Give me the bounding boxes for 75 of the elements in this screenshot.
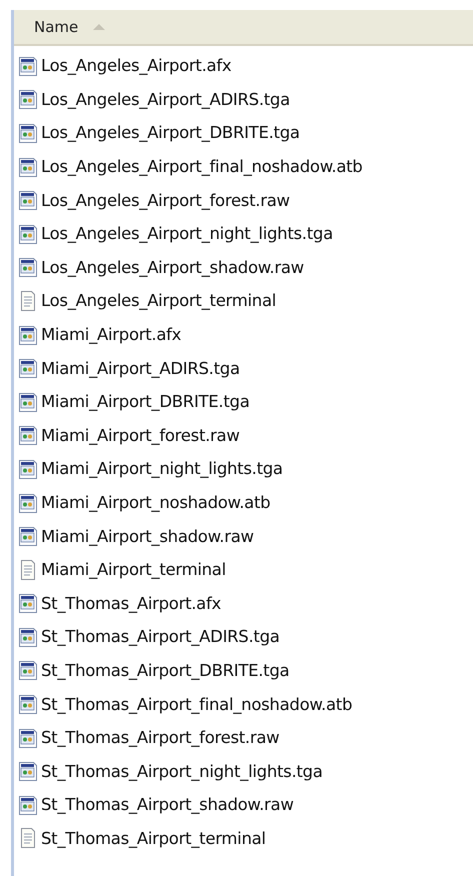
media-file-icon (18, 189, 38, 212)
file-name: Los_Angeles_Airport_night_lights.tga (41, 224, 333, 244)
file-item[interactable]: St_Thomas_Airport_final_noshadow.atb (14, 687, 473, 721)
file-item[interactable]: St_Thomas_Airport_ADIRS.tga (14, 620, 473, 654)
file-item[interactable]: Miami_Airport.afx (14, 318, 473, 352)
file-item[interactable]: St_Thomas_Airport_forest.raw (14, 720, 473, 754)
file-name: Los_Angeles_Airport_ADIRS.tga (41, 90, 290, 109)
file-item[interactable]: Los_Angeles_Airport_night_lights.tga (14, 216, 473, 251)
file-name: Los_Angeles_Airport_shadow.raw (41, 258, 304, 277)
media-file-icon (18, 357, 38, 380)
file-name: Miami_Airport_forest.raw (41, 426, 240, 445)
file-name: Los_Angeles_Airport_terminal (41, 291, 276, 310)
file-name: St_Thomas_Airport_night_lights.tga (41, 762, 323, 781)
media-file-icon (18, 222, 38, 245)
file-item[interactable]: St_Thomas_Airport.afx (14, 586, 473, 620)
media-file-icon (18, 525, 38, 548)
file-name: Los_Angeles_Airport_forest.raw (41, 190, 290, 210)
media-file-icon (18, 54, 38, 77)
media-file-icon (18, 424, 38, 446)
file-item[interactable]: Miami_Airport_forest.raw (14, 418, 473, 452)
column-header[interactable]: Name (14, 10, 473, 46)
file-name: Los_Angeles_Airport.afx (41, 56, 232, 76)
text-file-icon (18, 290, 38, 312)
file-name: Miami_Airport_shadow.raw (41, 526, 254, 546)
file-name: St_Thomas_Airport_ADIRS.tga (41, 627, 280, 646)
media-file-icon (18, 122, 38, 144)
file-item[interactable]: Los_Angeles_Airport_terminal (14, 284, 473, 318)
media-file-icon (18, 256, 38, 278)
media-file-icon (18, 458, 38, 480)
media-file-icon (18, 659, 38, 682)
file-item[interactable]: Los_Angeles_Airport_ADIRS.tga (14, 82, 473, 116)
file-item[interactable]: Los_Angeles_Airport_forest.raw (14, 183, 473, 217)
column-header-label: Name (34, 18, 78, 36)
media-file-icon (18, 592, 38, 614)
file-name: Miami_Airport.afx (41, 325, 182, 344)
file-name: St_Thomas_Airport_final_noshadow.atb (41, 694, 352, 714)
file-name: St_Thomas_Airport_terminal (41, 828, 266, 848)
media-file-icon (18, 626, 38, 648)
file-item[interactable]: St_Thomas_Airport_DBRITE.tga (14, 654, 473, 688)
file-item[interactable]: Miami_Airport_DBRITE.tga (14, 384, 473, 419)
file-item[interactable]: Los_Angeles_Airport.afx (14, 49, 473, 83)
media-file-icon (18, 390, 38, 413)
file-item[interactable]: Miami_Airport_noshadow.atb (14, 486, 473, 520)
file-item[interactable]: Miami_Airport_night_lights.tga (14, 452, 473, 486)
sort-arrow-icon (92, 23, 106, 31)
file-item[interactable]: St_Thomas_Airport_shadow.raw (14, 788, 473, 822)
file-item[interactable]: Miami_Airport_shadow.raw (14, 519, 473, 553)
media-file-icon (18, 794, 38, 816)
media-file-icon (18, 156, 38, 178)
file-name: Miami_Airport_ADIRS.tga (41, 358, 240, 378)
media-file-icon (18, 324, 38, 346)
file-name: Los_Angeles_Airport_DBRITE.tga (41, 123, 300, 142)
media-file-icon (18, 492, 38, 514)
file-name: Los_Angeles_Airport_final_noshadow.atb (41, 157, 362, 176)
file-name: Miami_Airport_noshadow.atb (41, 493, 270, 512)
text-file-icon (18, 827, 38, 850)
media-file-icon (18, 760, 38, 782)
file-name: St_Thomas_Airport_DBRITE.tga (41, 660, 290, 680)
file-name: St_Thomas_Airport.afx (41, 594, 221, 613)
file-name: Miami_Airport_terminal (41, 560, 226, 580)
media-file-icon (18, 726, 38, 749)
file-name: St_Thomas_Airport_forest.raw (41, 728, 280, 748)
text-file-icon (18, 558, 38, 581)
file-name: St_Thomas_Airport_shadow.raw (41, 795, 294, 814)
file-name: Miami_Airport_DBRITE.tga (41, 392, 250, 412)
file-item[interactable]: Los_Angeles_Airport_shadow.raw (14, 250, 473, 284)
file-item[interactable]: Los_Angeles_Airport_final_noshadow.atb (14, 150, 473, 184)
file-item[interactable]: St_Thomas_Airport_terminal (14, 822, 473, 856)
file-item[interactable]: St_Thomas_Airport_night_lights.tga (14, 754, 473, 788)
file-item[interactable]: Miami_Airport_ADIRS.tga (14, 351, 473, 385)
media-file-icon (18, 88, 38, 110)
media-file-icon (18, 693, 38, 716)
file-name: Miami_Airport_night_lights.tga (41, 459, 283, 478)
file-item[interactable]: Miami_Airport_terminal (14, 552, 473, 586)
file-item[interactable]: Los_Angeles_Airport_DBRITE.tga (14, 116, 473, 150)
